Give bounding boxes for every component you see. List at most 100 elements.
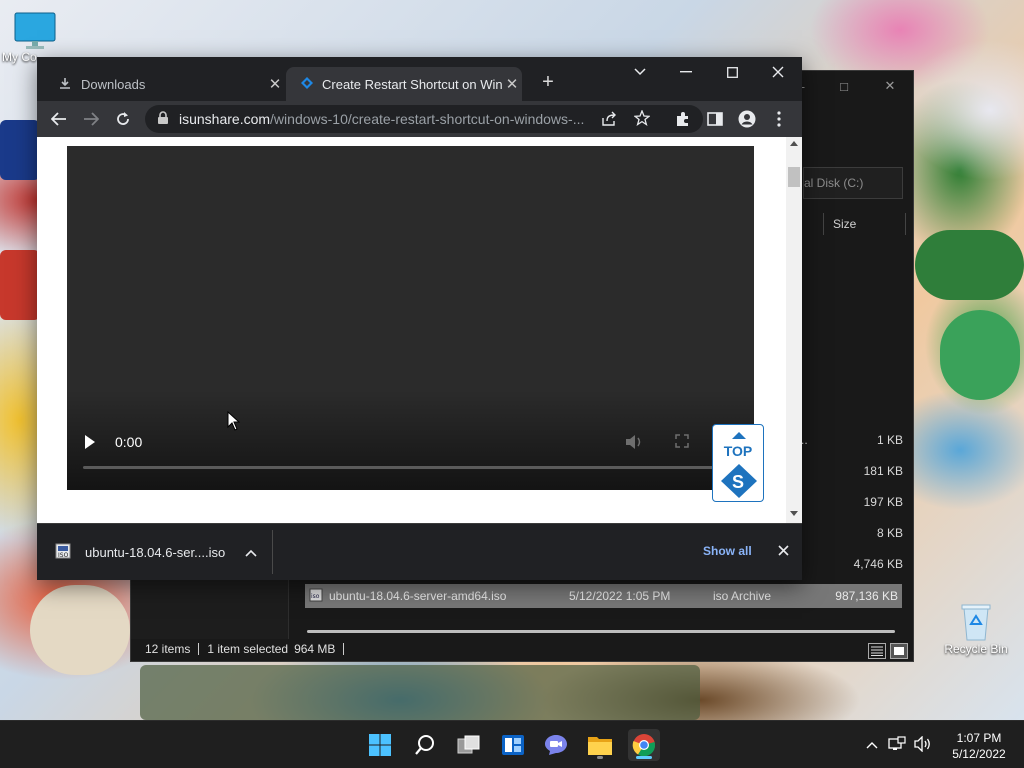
tab-close-icon[interactable]: ✕ — [502, 75, 522, 93]
tab-title: Downloads — [81, 76, 146, 92]
page-scrollbar[interactable] — [786, 137, 802, 523]
profile-button[interactable] — [735, 107, 759, 131]
status-selected-size: 964 MB — [294, 642, 336, 656]
file-row[interactable]: 181 KB — [791, 464, 903, 486]
reload-icon — [117, 112, 129, 125]
explorer-maximize-button[interactable]: □ — [821, 71, 867, 101]
file-row[interactable]: 197 KB — [791, 495, 903, 517]
fullscreen-icon — [675, 434, 689, 448]
share-icon[interactable] — [601, 111, 617, 130]
mouse-cursor-icon — [227, 410, 241, 434]
file-row[interactable]: 4,746 KB — [791, 557, 903, 579]
explorer-search-box[interactable]: al Disk (C:) — [803, 167, 903, 199]
windows-logo-icon — [369, 734, 391, 756]
desktop-icon-my-computer[interactable]: My Co — [0, 10, 70, 64]
play-icon — [85, 435, 95, 449]
search-button[interactable] — [409, 729, 441, 761]
fullscreen-button[interactable] — [675, 434, 689, 451]
explorer-close-button[interactable]: ✕ — [867, 71, 913, 101]
column-header-size[interactable]: Size — [833, 211, 856, 237]
chevron-up-icon[interactable] — [245, 545, 257, 560]
tab-search-button[interactable] — [617, 57, 663, 87]
status-divider — [198, 643, 200, 655]
back-button[interactable] — [47, 107, 71, 131]
side-panel-button[interactable] — [703, 107, 727, 131]
file-type: iso Archive — [713, 589, 772, 603]
back-to-top-button[interactable]: TOP S — [712, 424, 764, 502]
tab-close-icon[interactable]: ✕ — [265, 75, 285, 93]
extensions-button[interactable] — [671, 107, 695, 131]
volume-icon[interactable] — [914, 734, 932, 755]
clock-time: 1:07 PM — [956, 731, 1002, 745]
folder-icon — [588, 737, 612, 755]
column-divider[interactable] — [905, 213, 906, 235]
new-tab-button[interactable]: + — [536, 71, 560, 95]
chrome-taskbar-button[interactable] — [628, 729, 660, 761]
start-button[interactable] — [364, 729, 396, 761]
chat-button[interactable] — [540, 729, 572, 761]
tab-active[interactable]: Create Restart Shortcut on Windows 10 ✕ — [286, 67, 522, 101]
file-row-selected[interactable]: iso ubuntu-18.04.6-server-amd64.iso 5/12… — [305, 584, 902, 608]
chevron-down-icon — [634, 68, 646, 76]
close-button[interactable] — [755, 57, 801, 87]
forward-button[interactable] — [79, 107, 103, 131]
chrome-logo-icon — [632, 734, 656, 757]
video-progress-bar[interactable] — [83, 466, 715, 469]
details-view-button[interactable] — [868, 643, 886, 659]
running-indicator — [597, 756, 603, 759]
tiles-view-icon — [894, 647, 904, 655]
file-explorer-taskbar-button[interactable] — [584, 729, 616, 761]
maximize-icon — [726, 66, 738, 78]
close-download-shelf-button[interactable] — [775, 542, 791, 558]
file-row[interactable]: tt... 1 KB — [791, 433, 903, 455]
explorer-status-bar: 12 items 1 item selected 964 MB — [131, 637, 913, 661]
tiles-view-button[interactable] — [890, 643, 908, 659]
file-size: 4,746 KB — [853, 557, 903, 571]
close-icon — [777, 544, 789, 556]
video-player[interactable]: 0:00 — [67, 146, 754, 490]
kebab-menu-icon — [777, 111, 781, 127]
file-row[interactable]: 8 KB — [791, 526, 903, 548]
column-divider[interactable] — [823, 213, 824, 235]
address-bar[interactable]: isunshare.com/windows-10/create-restart-… — [145, 105, 703, 133]
minimize-button[interactable] — [663, 57, 709, 87]
chrome-window[interactable]: Downloads ✕ Create Restart Shortcut on W… — [37, 57, 802, 580]
page-content[interactable]: 0:00 TOP S — [37, 137, 802, 523]
file-date: 5/12/2022 1:05 PM — [569, 589, 671, 603]
reload-button[interactable] — [111, 107, 135, 131]
show-all-button[interactable]: Show all — [703, 544, 752, 558]
bookmark-star-icon[interactable] — [633, 109, 651, 129]
download-item[interactable]: ISO ubuntu-18.04.6-ser....iso — [55, 540, 257, 564]
show-hidden-icons-chevron-icon[interactable] — [866, 738, 878, 752]
iso-file-icon: ISO — [55, 543, 71, 562]
desktop-icon-recycle-bin[interactable]: Recycle Bin — [940, 600, 1012, 656]
video-time: 0:00 — [115, 434, 143, 450]
wallpaper-art — [30, 585, 130, 675]
maximize-button[interactable] — [709, 57, 755, 87]
scrollbar-thumb[interactable] — [788, 167, 800, 187]
wallpaper-art — [0, 120, 40, 180]
widgets-icon — [502, 735, 524, 755]
file-size: 8 KB — [876, 526, 903, 540]
active-indicator — [636, 756, 652, 759]
horizontal-scrollbar[interactable] — [307, 630, 895, 633]
lock-icon[interactable] — [157, 111, 169, 128]
network-icon[interactable] — [888, 735, 906, 755]
play-button[interactable] — [83, 434, 101, 452]
tab-downloads[interactable]: Downloads ✕ — [45, 67, 285, 101]
taskbar-clock[interactable]: 1:07 PM 5/12/2022 — [946, 730, 1012, 762]
wallpaper-art — [140, 665, 700, 720]
svg-text:iso: iso — [311, 593, 320, 600]
menu-button[interactable] — [767, 107, 791, 131]
isunshare-favicon — [300, 76, 322, 93]
details-view-icon — [871, 646, 883, 656]
scroll-down-icon[interactable] — [790, 511, 798, 517]
search-placeholder: al Disk (C:) — [804, 176, 864, 190]
clock-date: 5/12/2022 — [952, 747, 1006, 761]
mute-button[interactable] — [625, 434, 643, 453]
url-domain: isunshare.com — [179, 111, 271, 127]
iso-file-icon: iso — [309, 588, 323, 602]
scroll-up-icon[interactable] — [790, 140, 798, 146]
task-view-button[interactable] — [453, 729, 485, 761]
widgets-button[interactable] — [497, 729, 529, 761]
